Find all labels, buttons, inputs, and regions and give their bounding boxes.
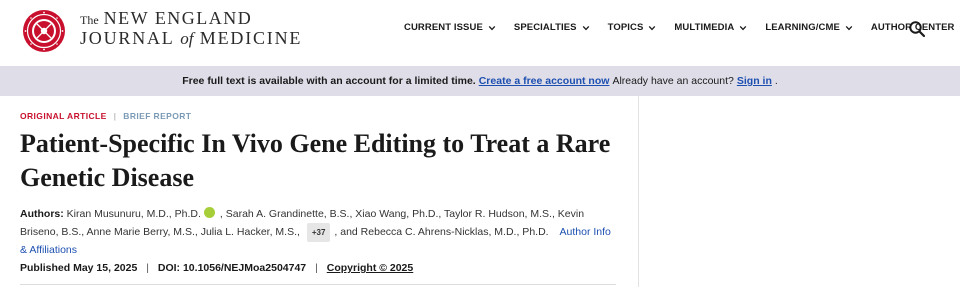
create-account-link[interactable]: Create a free account now [479, 75, 610, 87]
pubinfo-separator: | [315, 262, 318, 274]
nav-label: SPECIALTIES [513, 22, 577, 33]
chevron-down-icon [649, 25, 656, 30]
nav-label: CURRENT ISSUE [404, 22, 483, 33]
chevron-down-icon [582, 25, 589, 30]
logo-line-1: The NEW ENGLAND [80, 9, 302, 27]
copyright-link[interactable]: Copyright © 2025 [327, 262, 414, 274]
nav-current-issue[interactable]: CURRENT ISSUE [404, 22, 496, 33]
author-ahrens-nicklas[interactable]: , and Rebecca C. Ahrens-Nicklas, M.D., P… [334, 226, 548, 238]
article-subtype-label[interactable]: BRIEF REPORT [123, 111, 191, 121]
main-nav: CURRENT ISSUE SPECIALTIES TOPICS MULTIME… [404, 22, 955, 33]
nav-label: MULTIMEDIA [674, 22, 735, 33]
published-date: Published May 15, 2025 [20, 262, 138, 274]
author-list: Authors: Kiran Musunuru, M.D., Ph.D., Sa… [20, 206, 620, 259]
orcid-icon[interactable] [203, 207, 215, 218]
more-authors-button[interactable]: +37 [306, 223, 331, 242]
nav-topics[interactable]: TOPICS [608, 22, 657, 33]
banner-message: Free full text is available with an acco… [182, 75, 476, 87]
banner-period: . [774, 75, 778, 87]
chevron-down-icon [488, 25, 496, 30]
chevron-down-icon [740, 25, 747, 30]
logo-new-england: NEW ENGLAND [103, 8, 253, 28]
nav-label: TOPICS [607, 22, 644, 33]
nav-learning-cme[interactable]: LEARNING/CME [765, 22, 853, 33]
free-access-banner: Free full text is available with an acco… [0, 66, 960, 96]
nejm-seal-logo[interactable] [22, 9, 66, 53]
column-divider [638, 96, 639, 287]
logo-journal: JOURNAL [80, 28, 174, 48]
article-title: Patient-Specific In Vivo Gene Editing to… [20, 129, 611, 192]
article-kicker: ORIGINAL ARTICLE | BRIEF REPORT [20, 111, 191, 121]
authors-label: Authors: [20, 208, 64, 220]
author-musunuru[interactable]: Kiran Musunuru, M.D., Ph.D. [67, 208, 201, 220]
nav-specialties[interactable]: SPECIALTIES [514, 22, 590, 33]
publication-info: Published May 15, 2025 | DOI: 10.1056/NE… [20, 262, 413, 274]
logo-of: of [180, 29, 194, 48]
sign-in-link[interactable]: Sign in [737, 75, 772, 87]
logo-line-2: JOURNAL of MEDICINE [80, 29, 302, 47]
header-divider [20, 284, 616, 285]
pubinfo-separator: | [146, 262, 149, 274]
kicker-separator: | [113, 111, 117, 121]
doi[interactable]: DOI: 10.1056/NEJMoa2504747 [158, 262, 306, 274]
journal-logo-text[interactable]: The NEW ENGLAND JOURNAL of MEDICINE [80, 9, 302, 47]
nav-multimedia[interactable]: MULTIMEDIA [674, 22, 747, 33]
chevron-down-icon [845, 25, 853, 30]
logo-the: The [80, 13, 99, 27]
article-type-label[interactable]: ORIGINAL ARTICLE [20, 111, 107, 121]
logo-medicine: MEDICINE [199, 28, 303, 48]
search-icon[interactable] [908, 20, 926, 38]
nav-label: LEARNING/CME [765, 22, 840, 33]
banner-already: Already have an account? [612, 75, 734, 87]
site-header: The NEW ENGLAND JOURNAL of MEDICINE CURRE… [0, 0, 960, 66]
